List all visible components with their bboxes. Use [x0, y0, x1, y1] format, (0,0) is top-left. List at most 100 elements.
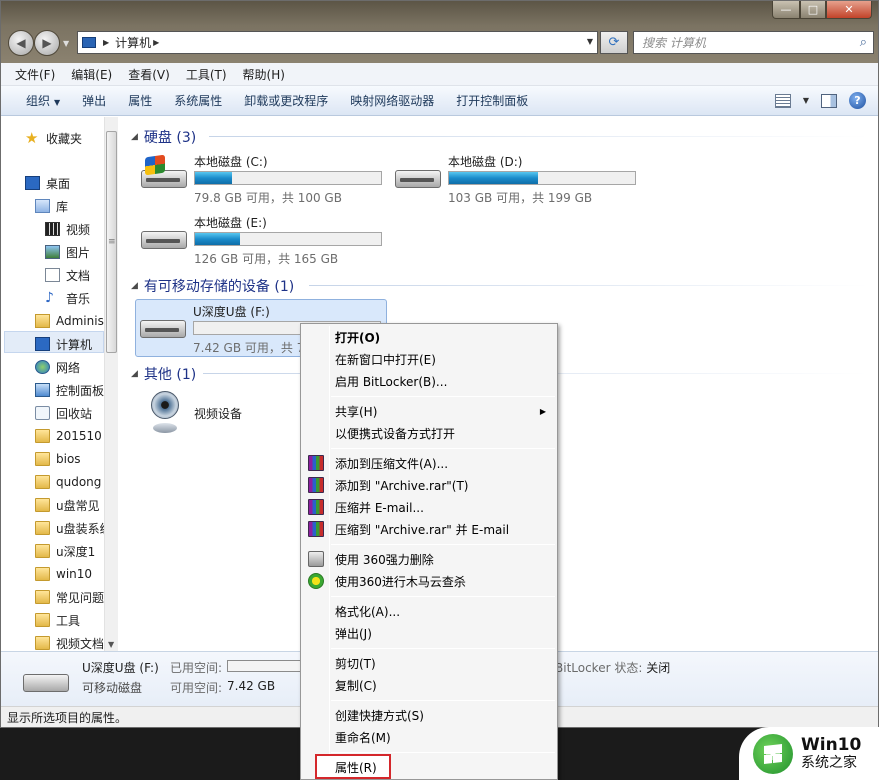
map-network-drive-button[interactable]: 映射网络驱动器 [339, 92, 445, 109]
nav-network[interactable]: 网络 [35, 356, 80, 378]
eject-button[interactable]: 弹出 [71, 92, 117, 109]
collapse-arrow-icon[interactable]: ◢ [131, 281, 138, 291]
forward-button[interactable]: ▶ [34, 30, 60, 56]
folder-icon [35, 475, 50, 489]
nav-folder[interactable]: 201510 [35, 425, 102, 447]
properties-button[interactable]: 属性 [117, 92, 163, 109]
view-dropdown-icon[interactable]: ▼ [803, 96, 809, 105]
breadcrumb-arrow-icon[interactable]: ▶ [153, 38, 159, 47]
nav-folder[interactable]: u盘常见 [35, 494, 100, 516]
document-icon [45, 268, 60, 282]
refresh-button[interactable]: ⟳ [600, 31, 628, 54]
menu-rename[interactable]: 重命名(M) [303, 726, 555, 748]
drive-space-info: 7.42 GB 可用，共 7 [193, 341, 305, 355]
bitlocker-status: BitLocker 状态: 关闭 [555, 659, 670, 676]
title-bar: — □ ✕ ◀ ▶ ▼ ▶ 计算机 ▶ ▼ ⟳ 搜索 计算机 ⌕ [1, 1, 878, 63]
nav-folder[interactable]: 常见问题 [35, 586, 104, 608]
nav-documents[interactable]: 文档 [45, 264, 90, 286]
help-icon[interactable]: ? [849, 92, 866, 109]
maximize-button[interactable]: □ [800, 1, 826, 19]
nav-desktop[interactable]: 桌面 [25, 172, 70, 194]
menu-add-to-archive-rar[interactable]: 添加到 "Archive.rar"(T) [303, 474, 555, 496]
menu-view[interactable]: 查看(V) [120, 66, 178, 83]
used-space-label: 已用空间: [170, 661, 223, 675]
nav-folder[interactable]: u深度1 [35, 540, 95, 562]
nav-music[interactable]: ♪ 音乐 [45, 287, 90, 309]
folder-icon [35, 567, 50, 581]
menu-compress-rar-email[interactable]: 压缩到 "Archive.rar" 并 E-mail [303, 518, 555, 540]
menu-edit[interactable]: 编辑(E) [63, 66, 120, 83]
folder-icon [35, 521, 50, 535]
nav-label: 计算机 [56, 337, 93, 352]
collapse-arrow-icon[interactable]: ◢ [131, 132, 138, 142]
menu-enable-bitlocker[interactable]: 启用 BitLocker(B)... [303, 370, 555, 392]
nav-scrollbar[interactable]: ≡ ▼ [104, 117, 118, 651]
group-title: 有可移动存储的设备 (1) [143, 279, 295, 295]
menu-tools[interactable]: 工具(T) [178, 66, 235, 83]
nav-label: 常见问题 [56, 590, 105, 605]
group-header-removable[interactable]: ◢ 有可移动存储的设备 (1) [131, 276, 294, 296]
menu-compress-email[interactable]: 压缩并 E-mail... [303, 496, 555, 518]
system-properties-button[interactable]: 系统属性 [163, 92, 233, 109]
menu-properties[interactable]: 属性(R) [303, 756, 555, 778]
back-button[interactable]: ◀ [8, 30, 34, 56]
search-input[interactable]: 搜索 计算机 ⌕ [633, 31, 874, 54]
hard-disk-icon [395, 162, 443, 192]
menu-create-shortcut[interactable]: 创建快捷方式(S) [303, 704, 555, 726]
menu-360-scan[interactable]: 使用360进行木马云查杀 [303, 570, 555, 592]
collapse-arrow-icon[interactable]: ◢ [131, 369, 138, 379]
group-header-other[interactable]: ◢ 其他 (1) [131, 364, 196, 384]
breadcrumb-arrow-icon[interactable]: ▶ [103, 38, 109, 47]
scroll-down-icon[interactable]: ▼ [108, 640, 114, 649]
drive-space-info: 79.8 GB 可用，共 100 GB [194, 191, 342, 205]
star-icon: ★ [25, 129, 39, 147]
menu-add-to-archive[interactable]: 添加到压缩文件(A)... [303, 452, 555, 474]
close-button[interactable]: ✕ [826, 1, 872, 19]
nav-pictures[interactable]: 图片 [45, 241, 90, 263]
preview-pane-icon[interactable] [821, 93, 837, 108]
removable-disk-icon [23, 674, 69, 692]
menu-open-as-portable[interactable]: 以便携式设备方式打开 [303, 422, 555, 444]
nav-label: qudong [56, 475, 102, 489]
menu-360-force-delete[interactable]: 使用 360强力删除 [303, 548, 555, 570]
nav-user-folder[interactable]: Adminis [35, 310, 104, 332]
drive-e[interactable]: 本地磁盘 (E:) 126 GB 可用，共 165 GB [137, 211, 387, 267]
nav-folder[interactable]: win10 [35, 563, 92, 585]
menu-open-new-window[interactable]: 在新窗口中打开(E) [303, 348, 555, 370]
drive-d[interactable]: 本地磁盘 (D:) 103 GB 可用，共 199 GB [391, 150, 641, 206]
nav-videos[interactable]: 视频 [45, 218, 90, 240]
menu-cut[interactable]: 剪切(T) [303, 652, 555, 674]
winrar-icon [308, 477, 324, 493]
address-bar[interactable]: ▶ 计算机 ▶ ▼ [77, 31, 598, 54]
nav-folder[interactable]: bios [35, 448, 81, 470]
menu-share[interactable]: 共享(H) ▶ [303, 400, 555, 422]
nav-folder[interactable]: 工具 [35, 609, 80, 631]
drive-c[interactable]: 本地磁盘 (C:) 79.8 GB 可用，共 100 GB [137, 150, 387, 206]
nav-folder[interactable]: u盘装系统 [35, 517, 112, 539]
menu-copy[interactable]: 复制(C) [303, 674, 555, 696]
minimize-button[interactable]: — [772, 1, 800, 19]
uninstall-program-button[interactable]: 卸载或更改程序 [233, 92, 339, 109]
nav-favorites[interactable]: ★ 收藏夹 [25, 127, 82, 149]
nav-label: 音乐 [66, 291, 91, 306]
nav-library[interactable]: 库 [35, 195, 68, 217]
menu-help[interactable]: 帮助(H) [235, 66, 293, 83]
nav-folder[interactable]: 视频文档 [35, 632, 104, 651]
organize-button[interactable]: 组织 ▼ [15, 92, 71, 109]
group-header-hdd[interactable]: ◢ 硬盘 (3) [131, 127, 196, 147]
change-view-icon[interactable] [774, 93, 791, 108]
menu-eject[interactable]: 弹出(J) [303, 622, 555, 644]
nav-control-panel[interactable]: 控制面板 [35, 379, 104, 401]
watermark-line1: Win10 [801, 734, 862, 755]
nav-folder[interactable]: qudong [35, 471, 101, 493]
address-dropdown-icon[interactable]: ▼ [587, 37, 593, 46]
menu-format[interactable]: 格式化(A)... [303, 600, 555, 622]
menu-open[interactable]: 打开(O) [303, 326, 555, 348]
open-control-panel-button[interactable]: 打开控制面板 [445, 92, 539, 109]
recent-pages-dropdown[interactable]: ▼ [63, 39, 69, 48]
menu-file[interactable]: 文件(F) [7, 66, 63, 83]
nav-recycle-bin[interactable]: 回收站 [35, 402, 92, 424]
breadcrumb-computer[interactable]: 计算机 [115, 34, 151, 51]
nav-computer[interactable]: 计算机 [35, 333, 92, 355]
search-icon[interactable]: ⌕ [860, 35, 867, 50]
